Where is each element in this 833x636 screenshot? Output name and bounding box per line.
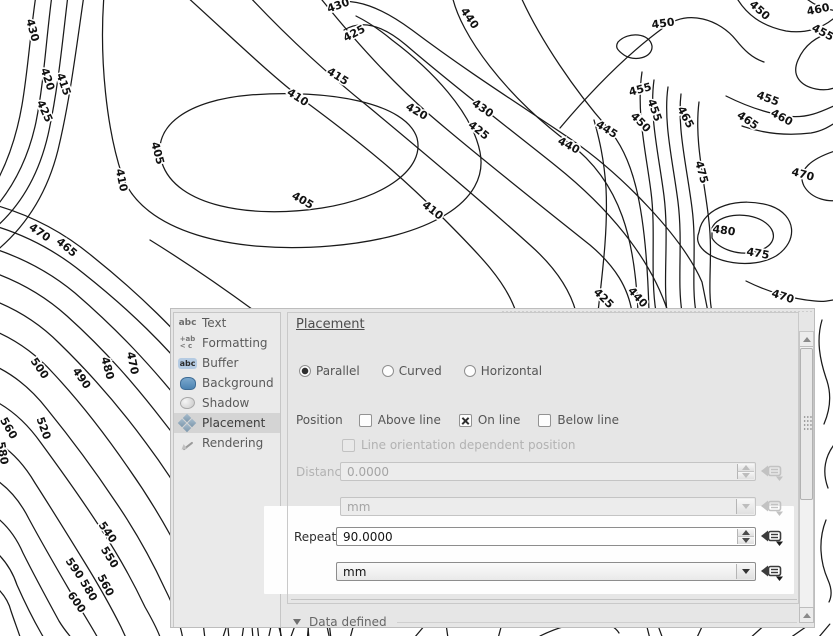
distance-input: 0.0000 [340,462,756,481]
radio-icon [299,365,311,377]
checkbox-icon [538,414,551,427]
mode-radio-parallel[interactable]: Parallel [299,364,360,378]
scroll-up-button[interactable] [800,332,813,347]
sidebar-item-label: Formatting [202,336,268,350]
buffer-icon: abc [179,355,196,371]
rendering-icon [179,435,196,451]
position-option-label: Above line [378,413,441,427]
sidebar-item-label: Buffer [202,356,238,370]
position-option-label: On line [478,413,521,427]
panel-scrollbar[interactable] [799,331,814,609]
background-icon [179,375,196,391]
distance-data-defined-button [760,462,786,482]
distance-unit-data-defined-button [760,497,786,517]
data-defined-section-header[interactable]: Data defined [293,615,797,628]
mode-radio-label: Horizontal [481,364,542,378]
checkbox-icon [459,414,472,427]
sidebar-item-placement[interactable]: Placement [174,413,280,433]
sidebar-item-formatting[interactable]: +ab< c Formatting [174,333,280,353]
panel-top-grip [501,310,815,313]
line-orientation-row: Line orientation dependent position [342,438,576,452]
section-separator [291,599,797,600]
repeat-label: Repeat [294,530,336,544]
scrollbar-grip [803,415,812,431]
repeat-input[interactable]: 90.0000 [336,527,756,546]
position-option-label: Below line [557,413,619,427]
placement-icon [179,415,196,431]
sidebar-item-label: Text [202,316,226,330]
position-option-above-line[interactable]: Above line [359,413,441,427]
radio-icon [382,365,394,377]
lower-scroll-up-button[interactable] [799,607,814,623]
sidebar-item-text[interactable]: abc Text [174,313,280,333]
distance-spinner [737,464,754,479]
position-option-below-line[interactable]: Below line [538,413,619,427]
repeat-spinner[interactable] [737,529,754,544]
sidebar-item-label: Rendering [202,436,263,450]
label-placement-panel: abc Text +ab< c Formatting abc Buffer Backgrou… [170,308,815,628]
mode-radio-horizontal[interactable]: Horizontal [464,364,542,378]
mode-radio-curved[interactable]: Curved [382,364,442,378]
data-defined-icon [760,562,786,582]
panel-title: Placement [296,317,365,332]
mode-radio-label: Curved [399,364,442,378]
formatting-icon: +ab< c [179,335,196,351]
data-defined-label: Data defined [309,615,387,628]
data-defined-icon [760,527,786,547]
sidebar-item-shadow[interactable]: Shadow [174,393,280,413]
sidebar-item-rendering[interactable]: Rendering [174,433,280,453]
position-label: Position [296,413,343,427]
sidebar-item-background[interactable]: Background [174,373,280,393]
data-defined-rule [397,622,797,623]
repeat-unit-data-defined-button[interactable] [760,562,786,582]
sidebar-item-buffer[interactable]: abc Buffer [174,353,280,373]
mode-radio-label: Parallel [316,364,360,378]
sidebar-item-label: Shadow [202,396,249,410]
radio-icon [464,365,476,377]
text-icon: abc [179,315,196,331]
position-row: Position Above line On line Below line [296,413,637,427]
data-defined-icon [760,462,786,482]
data-defined-icon [760,497,786,517]
mode-radio-row: Parallel Curved Horizontal [299,364,564,378]
position-option-on-line[interactable]: On line [459,413,521,427]
sidebar-item-label: Placement [202,416,265,430]
distance-unit-combobox: mm [340,497,756,516]
collapse-triangle-icon [293,619,301,625]
line-orientation-checkbox [342,439,355,452]
shadow-icon [179,395,196,411]
repeat-unit-combobox[interactable]: mm [336,562,756,581]
repeat-data-defined-button[interactable] [760,527,786,547]
checkbox-icon [359,414,372,427]
line-orientation-label: Line orientation dependent position [361,438,576,452]
sidebar-item-label: Background [202,376,274,390]
scrollbar-thumb[interactable] [800,348,813,500]
